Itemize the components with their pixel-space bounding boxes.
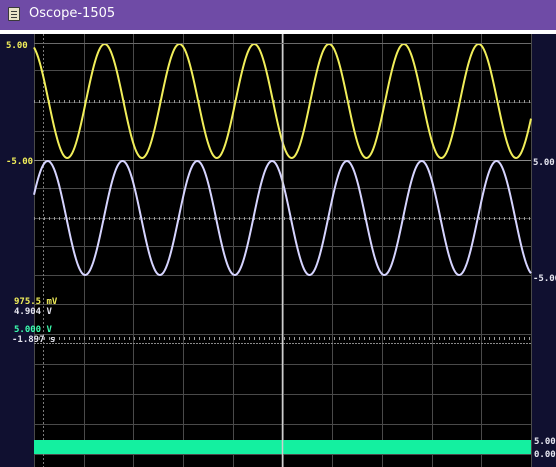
digital-high-label: 5.00 bbox=[534, 437, 556, 447]
digital-cursor-readout: 5.000 V bbox=[14, 325, 52, 335]
ch1-max-label: 5.00 bbox=[6, 41, 28, 51]
ch2-min-label: -5.00 bbox=[533, 274, 556, 284]
window-title: Oscope-1505 bbox=[29, 6, 116, 21]
ch2-max-label: 5.00 bbox=[533, 158, 555, 168]
title-bar[interactable]: Oscope-1505 bbox=[0, 0, 556, 30]
time-cursor-readout: -1.897 s bbox=[12, 335, 56, 345]
digital-low-label: 0.00 bbox=[534, 450, 556, 460]
ch1-cursor-readout: 975.5 mV bbox=[14, 297, 58, 307]
scope-plot[interactable] bbox=[0, 34, 556, 467]
ch1-min-label: -5.00 bbox=[6, 157, 34, 167]
ch2-cursor-readout: 4.904 V bbox=[14, 307, 52, 317]
app-icon bbox=[8, 7, 20, 21]
